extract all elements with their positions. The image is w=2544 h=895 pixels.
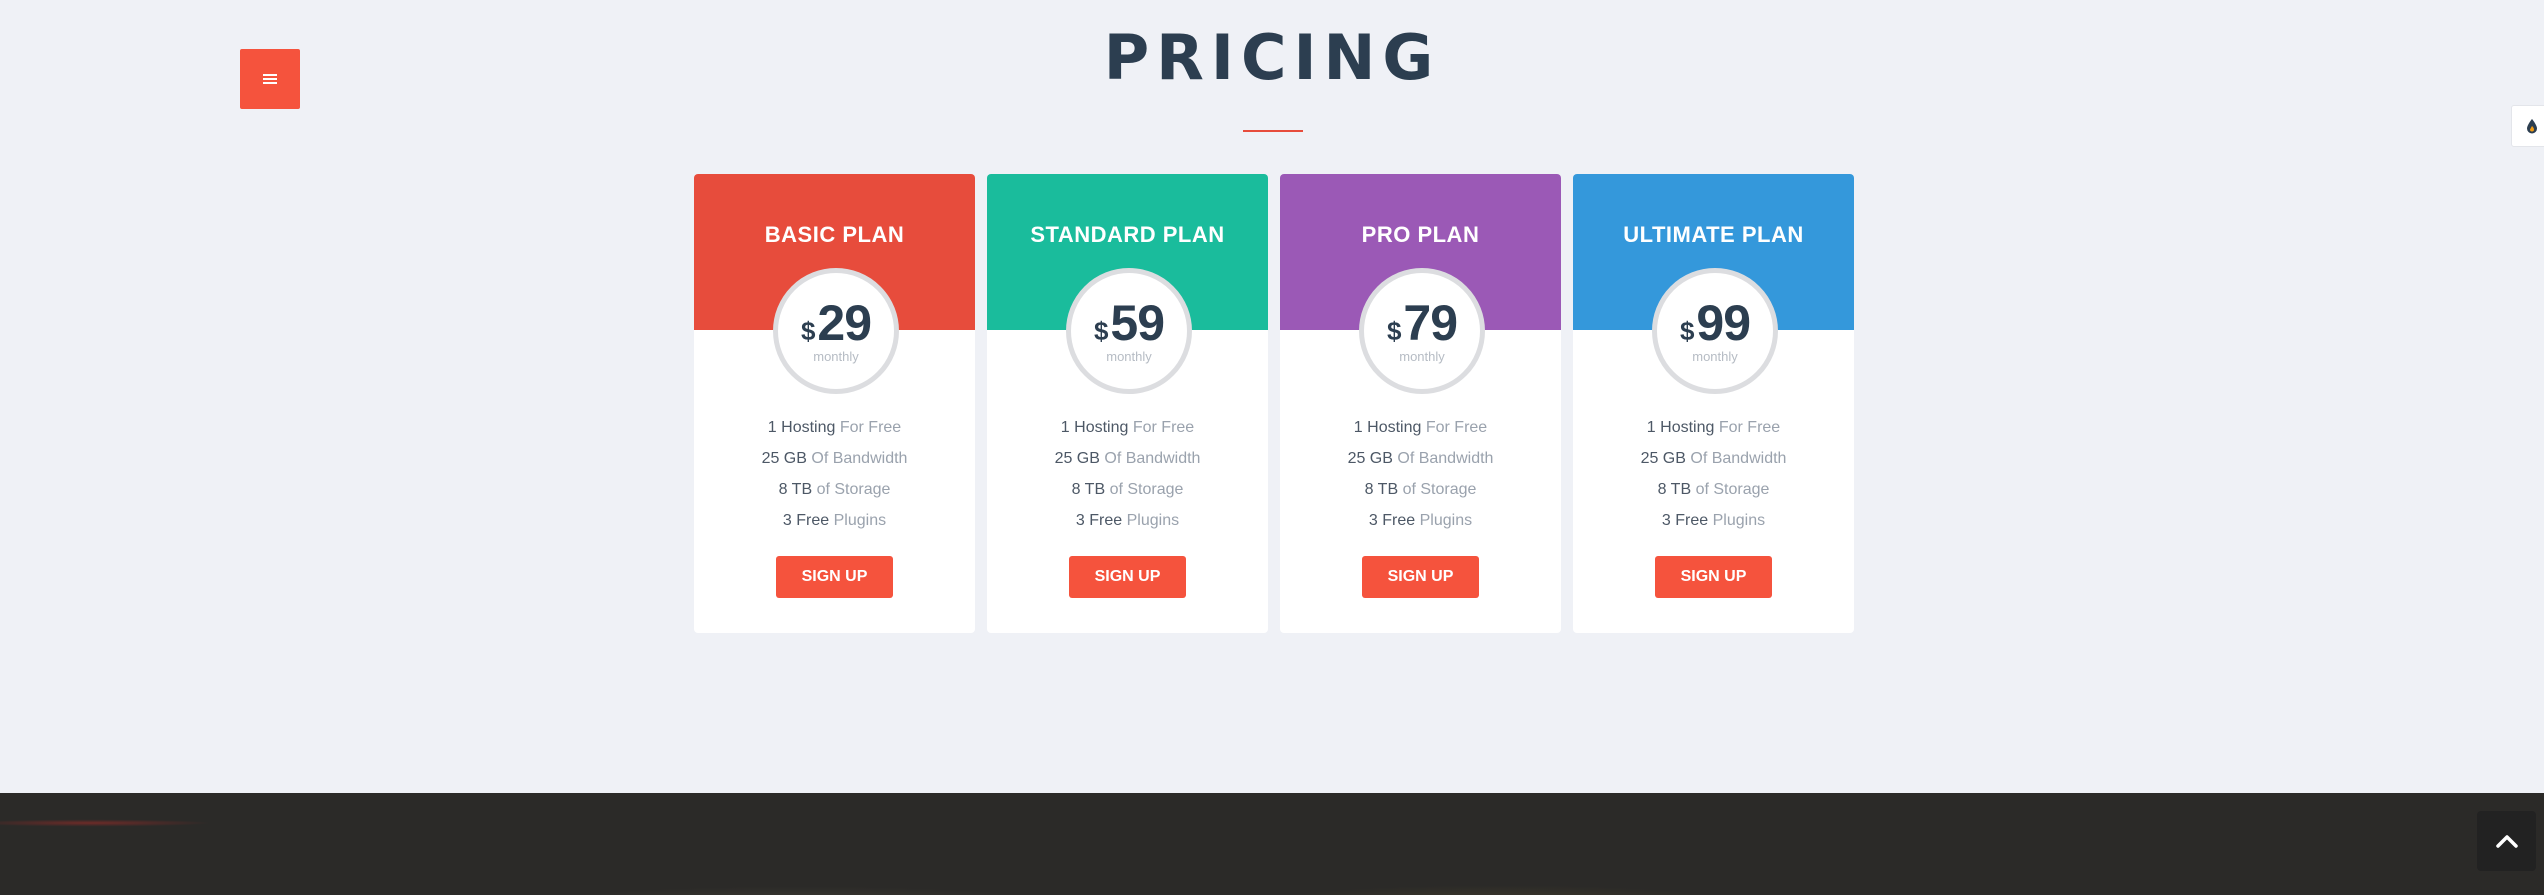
feature-list: 1 Hosting For Free 25 GB Of Bandwidth 8 … — [987, 412, 1268, 536]
plan-name: PRO PLAN — [1361, 222, 1480, 247]
next-section-background — [0, 793, 2544, 895]
feature-item: 25 GB Of Bandwidth — [1640, 450, 1787, 467]
feature-list: 1 Hosting For Free 25 GB Of Bandwidth 8 … — [694, 412, 975, 536]
feature-item: 3 Free Plugins — [1075, 512, 1180, 529]
feature-item: 1 Hosting For Free — [767, 419, 902, 436]
feature-item: 8 TB of Storage — [778, 481, 891, 498]
feature-item: 8 TB of Storage — [1657, 481, 1770, 498]
feature-item: 3 Free Plugins — [1368, 512, 1473, 529]
currency-symbol: $ — [1093, 316, 1109, 346]
title-divider — [1243, 130, 1303, 132]
plan-name: ULTIMATE PLAN — [1623, 222, 1804, 247]
currency-symbol: $ — [1679, 316, 1695, 346]
price-amount: 29 — [817, 295, 872, 351]
price-period: monthly — [813, 349, 859, 364]
pricing-card-pro: PRO PLAN $ 79 monthly 1 Hosting For Free… — [1280, 174, 1561, 633]
feature-item: 25 GB Of Bandwidth — [1347, 450, 1494, 467]
currency-symbol: $ — [1386, 316, 1402, 346]
pricing-table: BASIC PLAN $ 29 monthly 1 Hosting For Fr… — [694, 174, 1854, 633]
feature-item: 3 Free Plugins — [782, 512, 887, 529]
feature-list: 1 Hosting For Free 25 GB Of Bandwidth 8 … — [1280, 412, 1561, 536]
chevron-up-icon — [2495, 835, 2518, 848]
signup-button-standard[interactable]: SIGN UP — [1069, 556, 1186, 598]
price-amount: 99 — [1696, 295, 1751, 351]
price-circle: $ 59 monthly — [1066, 268, 1192, 394]
feature-item: 1 Hosting For Free — [1060, 419, 1195, 436]
feature-item: 3 Free Plugins — [1661, 512, 1766, 529]
feature-list: 1 Hosting For Free 25 GB Of Bandwidth 8 … — [1573, 412, 1854, 536]
price-circle: $ 79 monthly — [1359, 268, 1485, 394]
price-amount: 79 — [1403, 295, 1458, 351]
feature-item: 25 GB Of Bandwidth — [761, 450, 908, 467]
feature-item: 25 GB Of Bandwidth — [1054, 450, 1201, 467]
style-switcher-button[interactable] — [2511, 105, 2544, 147]
price-amount: 59 — [1110, 295, 1165, 351]
plan-name: STANDARD PLAN — [1030, 222, 1225, 247]
feature-item: 1 Hosting For Free — [1646, 419, 1781, 436]
feature-item: 8 TB of Storage — [1071, 481, 1184, 498]
signup-button-pro[interactable]: SIGN UP — [1362, 556, 1479, 598]
price-circle: $ 99 monthly — [1652, 268, 1778, 394]
feature-item: 8 TB of Storage — [1364, 481, 1477, 498]
currency-symbol: $ — [800, 316, 816, 346]
pricing-card-basic: BASIC PLAN $ 29 monthly 1 Hosting For Fr… — [694, 174, 975, 633]
drop-icon — [2527, 119, 2537, 134]
feature-item: 1 Hosting For Free — [1353, 419, 1488, 436]
price-period: monthly — [1692, 349, 1738, 364]
back-to-top-button[interactable] — [2477, 811, 2536, 871]
pricing-card-standard: STANDARD PLAN $ 59 monthly 1 Hosting For… — [987, 174, 1268, 633]
signup-button-basic[interactable]: SIGN UP — [776, 556, 893, 598]
page-title: PRICING — [1103, 21, 1441, 94]
signup-button-ultimate[interactable]: SIGN UP — [1655, 556, 1772, 598]
price-period: monthly — [1106, 349, 1152, 364]
plan-name: BASIC PLAN — [764, 222, 905, 247]
price-circle: $ 29 monthly — [773, 268, 899, 394]
pricing-card-ultimate: ULTIMATE PLAN $ 99 monthly 1 Hosting For… — [1573, 174, 1854, 633]
price-period: monthly — [1399, 349, 1445, 364]
